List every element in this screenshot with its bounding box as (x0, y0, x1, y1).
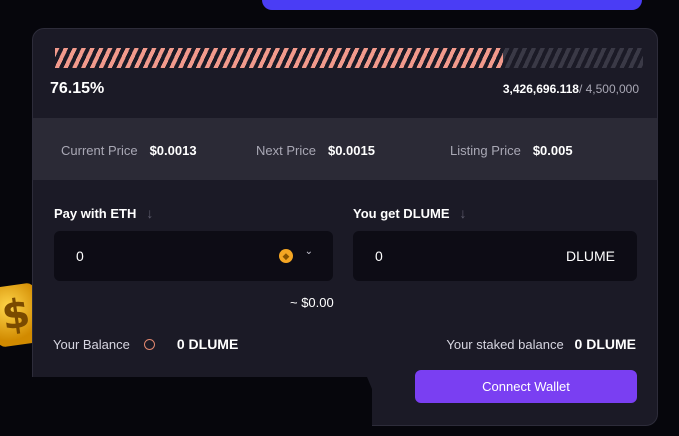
pay-amount-box: ◆ ⌄ (54, 231, 333, 281)
staked-value: 0 DLUME (574, 336, 636, 352)
pay-label: Pay with ETH ↓ (54, 205, 153, 221)
receive-amount-box: DLUME (353, 231, 637, 281)
tokens-total: / 4,500,000 (578, 82, 639, 96)
arrow-down-icon: ↓ (146, 205, 154, 221)
current-price: Current Price $0.0013 (61, 143, 197, 158)
chevron-down-icon[interactable]: ⌄ (305, 246, 313, 257)
current-price-value: $0.0013 (149, 143, 197, 158)
balance-label: Your Balance (53, 337, 130, 352)
listing-price: Listing Price $0.005 (450, 143, 573, 158)
presale-widget: 76.15% 3,426,696.118/ 4,500,000 Current … (32, 28, 658, 426)
staked-balance: Your staked balance 0 DLUME (446, 336, 636, 352)
presale-progress-fill (55, 48, 503, 68)
connect-wallet-button[interactable]: Connect Wallet (415, 370, 637, 403)
arrow-down-icon: ↓ (459, 205, 467, 221)
receive-amount-input[interactable] (375, 246, 525, 266)
listing-price-label: Listing Price (450, 143, 521, 158)
price-info-bar: Current Price $0.0013 Next Price $0.0015 L… (33, 118, 657, 180)
next-price-label: Next Price (256, 143, 316, 158)
eth-coin-icon[interactable]: ◆ (279, 249, 293, 263)
receive-label: You get DLUME ↓ (353, 205, 467, 221)
info-icon[interactable] (143, 339, 155, 350)
panel-notch (32, 377, 372, 436)
receive-label-text: You get DLUME (353, 206, 450, 221)
your-balance: Your Balance 0 DLUME (53, 336, 238, 352)
usd-estimate: ~ $0.00 (290, 295, 334, 310)
next-price: Next Price $0.0015 (256, 143, 375, 158)
tokens-sold: 3,426,696.118 (502, 82, 579, 96)
top-action-button[interactable] (262, 0, 642, 10)
receive-token-symbol: DLUME (565, 248, 615, 264)
pay-label-text: Pay with ETH (54, 206, 137, 221)
balance-value: 0 DLUME (176, 336, 239, 352)
pay-amount-input[interactable] (76, 246, 226, 266)
current-price-label: Current Price (61, 143, 138, 158)
listing-price-value: $0.005 (532, 143, 573, 158)
presale-percent: 76.15% (50, 80, 105, 97)
next-price-value: $0.0015 (327, 143, 375, 158)
presale-supply: 3,426,696.118/ 4,500,000 (503, 82, 639, 96)
staked-label: Your staked balance (446, 337, 564, 352)
